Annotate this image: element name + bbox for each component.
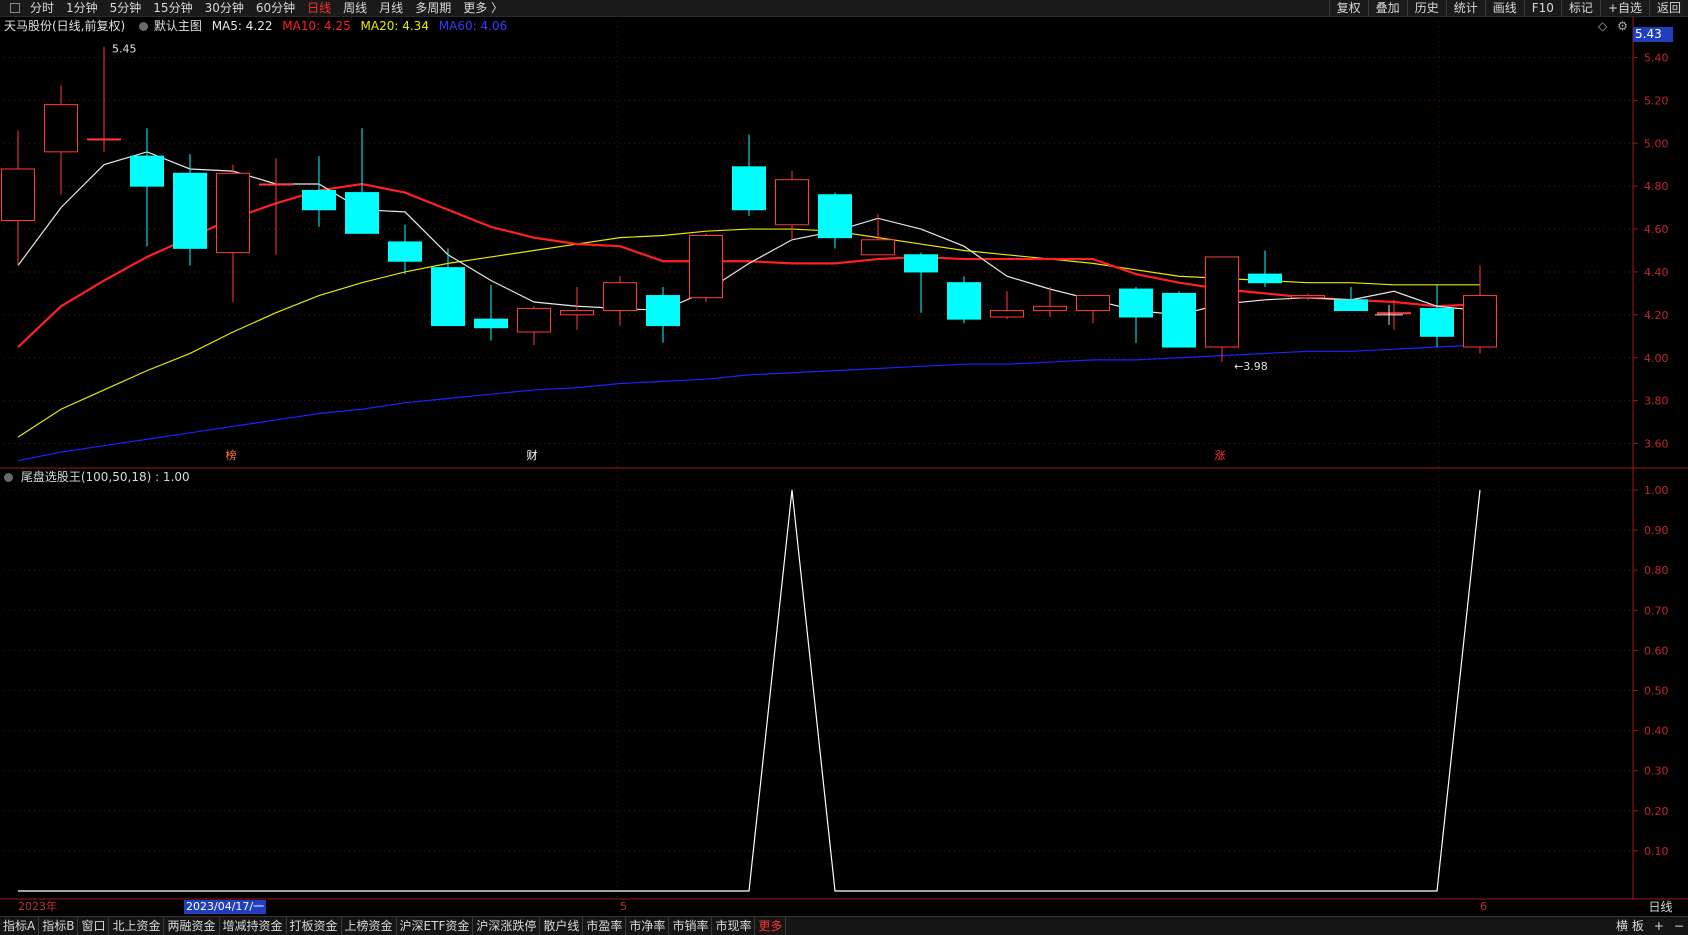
sub-ytick-label: 0.90 — [1644, 524, 1669, 537]
tab-pcf[interactable]: 市现率 — [712, 917, 756, 935]
main-ytick-label: 4.40 — [1644, 266, 1669, 279]
event-marker[interactable]: 涨 — [1215, 449, 1226, 462]
bottom-right-controls: 横 板 + − — [1616, 917, 1684, 935]
sub-ytick-label: 0.50 — [1644, 685, 1669, 698]
sub-ytick-label: 0.30 — [1644, 765, 1669, 778]
candle-body[interactable] — [1, 168, 35, 221]
sub-ytick-label: 0.20 — [1644, 805, 1669, 818]
tab-holdings-change[interactable]: 增减持资金 — [220, 917, 287, 935]
candle-body[interactable] — [216, 172, 250, 254]
x-month-6: 6 — [1480, 900, 1487, 913]
candle-body[interactable] — [861, 239, 895, 256]
x-year-label: 2023年 — [18, 900, 57, 913]
candle-body[interactable] — [259, 183, 293, 186]
x-cursor-date: 2023/04/17/一 — [184, 900, 267, 914]
tab-ps[interactable]: 市销率 — [669, 917, 713, 935]
tab-pb[interactable]: 市净率 — [626, 917, 670, 935]
candle-body[interactable] — [1420, 307, 1454, 337]
zoom-out-button[interactable]: − — [1674, 917, 1684, 935]
candle-body[interactable] — [345, 192, 379, 234]
tab-indicator-a[interactable]: 指标A — [0, 917, 40, 935]
candle-body[interactable] — [646, 295, 680, 327]
low-price-label: ←3.98 — [1234, 360, 1268, 373]
event-marker[interactable]: 财 — [527, 448, 538, 462]
main-ytick-label: 3.60 — [1644, 438, 1669, 451]
candle-body[interactable] — [603, 282, 637, 312]
layout-toggle[interactable]: 横 板 — [1616, 917, 1644, 935]
candle-body[interactable] — [431, 267, 465, 327]
candle-body[interactable] — [1205, 256, 1239, 348]
tab-pe[interactable]: 市盈率 — [583, 917, 627, 935]
tab-northbound[interactable]: 北上资金 — [109, 917, 165, 935]
candle-body[interactable] — [388, 241, 422, 262]
zoom-in-button[interactable]: + — [1654, 917, 1664, 935]
tab-dragon-list[interactable]: 上榜资金 — [342, 917, 397, 935]
candle-body[interactable] — [1334, 299, 1368, 312]
chart-canvas[interactable]: 5.40 5.20 5.00 4.80 4.60 4.40 4.20 4.00 3.80 3.60… — [0, 0, 1688, 900]
main-ytick-label: 5.20 — [1644, 94, 1669, 107]
tab-indicator-b[interactable]: 指标B — [39, 917, 79, 935]
candle-body[interactable] — [1162, 292, 1196, 348]
event-marker[interactable]: 榜 — [226, 448, 237, 462]
candle-body[interactable] — [904, 254, 938, 273]
candle-body[interactable] — [775, 179, 809, 226]
candle-body[interactable] — [990, 310, 1024, 318]
candle-body[interactable] — [1076, 295, 1110, 312]
main-ytick-label: 4.80 — [1644, 180, 1669, 193]
candle-body[interactable] — [130, 155, 164, 187]
candle-body[interactable] — [517, 307, 551, 333]
tab-window[interactable]: 窗口 — [78, 917, 110, 935]
main-ytick-label: 3.80 — [1644, 395, 1669, 408]
current-price-tag: 5.43 — [1633, 27, 1673, 42]
sub-ytick-label: 0.10 — [1644, 845, 1669, 858]
high-price-label: 5.45 — [112, 43, 137, 56]
candle-body[interactable] — [1248, 273, 1282, 284]
candle-body[interactable] — [689, 234, 723, 299]
candle-body[interactable] — [1033, 305, 1067, 312]
candle-body[interactable] — [818, 194, 852, 239]
indicator-tabs: 指标A 指标B 窗口 北上资金 两融资金 增减持资金 打板资金 上榜资金 沪深E… — [0, 917, 787, 935]
sub-ytick-label: 0.60 — [1644, 644, 1669, 657]
candle-body[interactable] — [1377, 312, 1411, 315]
candle-body[interactable] — [173, 172, 207, 249]
tab-limit-up-funds[interactable]: 打板资金 — [287, 917, 342, 935]
candle-body[interactable] — [44, 104, 78, 153]
sub-ytick-label: 0.40 — [1644, 725, 1669, 738]
tab-limit-stats[interactable]: 沪深涨跌停 — [473, 917, 541, 935]
sub-ytick-label: 0.70 — [1644, 604, 1669, 617]
candle-body[interactable] — [1463, 295, 1497, 348]
candle-body[interactable] — [1291, 295, 1325, 299]
sub-ytick-label: 0.80 — [1644, 564, 1669, 577]
x-axis: 2023年 2023/04/17/一 5 6 — [0, 900, 1633, 914]
candle-body[interactable] — [87, 138, 121, 141]
main-ytick-label: 5.40 — [1644, 51, 1669, 64]
tab-retail-line[interactable]: 散户线 — [540, 917, 584, 935]
main-ytick-label: 4.60 — [1644, 223, 1669, 236]
candle-body[interactable] — [1119, 288, 1153, 318]
period-indicator[interactable]: 日线 — [1633, 900, 1688, 914]
tab-more-indicators[interactable]: 更多 — [755, 917, 787, 935]
sub-ytick-label: 1.00 — [1644, 484, 1669, 497]
candle-body[interactable] — [947, 282, 981, 320]
main-ytick-label: 5.00 — [1644, 137, 1669, 150]
candle-body[interactable] — [474, 318, 508, 329]
candle-body[interactable] — [302, 189, 336, 211]
candle-body[interactable] — [560, 310, 594, 316]
tab-margin[interactable]: 两融资金 — [164, 917, 220, 935]
candle-body[interactable] — [732, 166, 766, 211]
bottom-tabbar: 指标A 指标B 窗口 北上资金 两融资金 增减持资金 打板资金 上榜资金 沪深E… — [0, 916, 1688, 935]
main-ytick-label: 4.20 — [1644, 309, 1669, 322]
main-ytick-label: 4.00 — [1644, 352, 1669, 365]
tab-etf-funds[interactable]: 沪深ETF资金 — [397, 917, 474, 935]
x-month-5: 5 — [620, 900, 627, 913]
